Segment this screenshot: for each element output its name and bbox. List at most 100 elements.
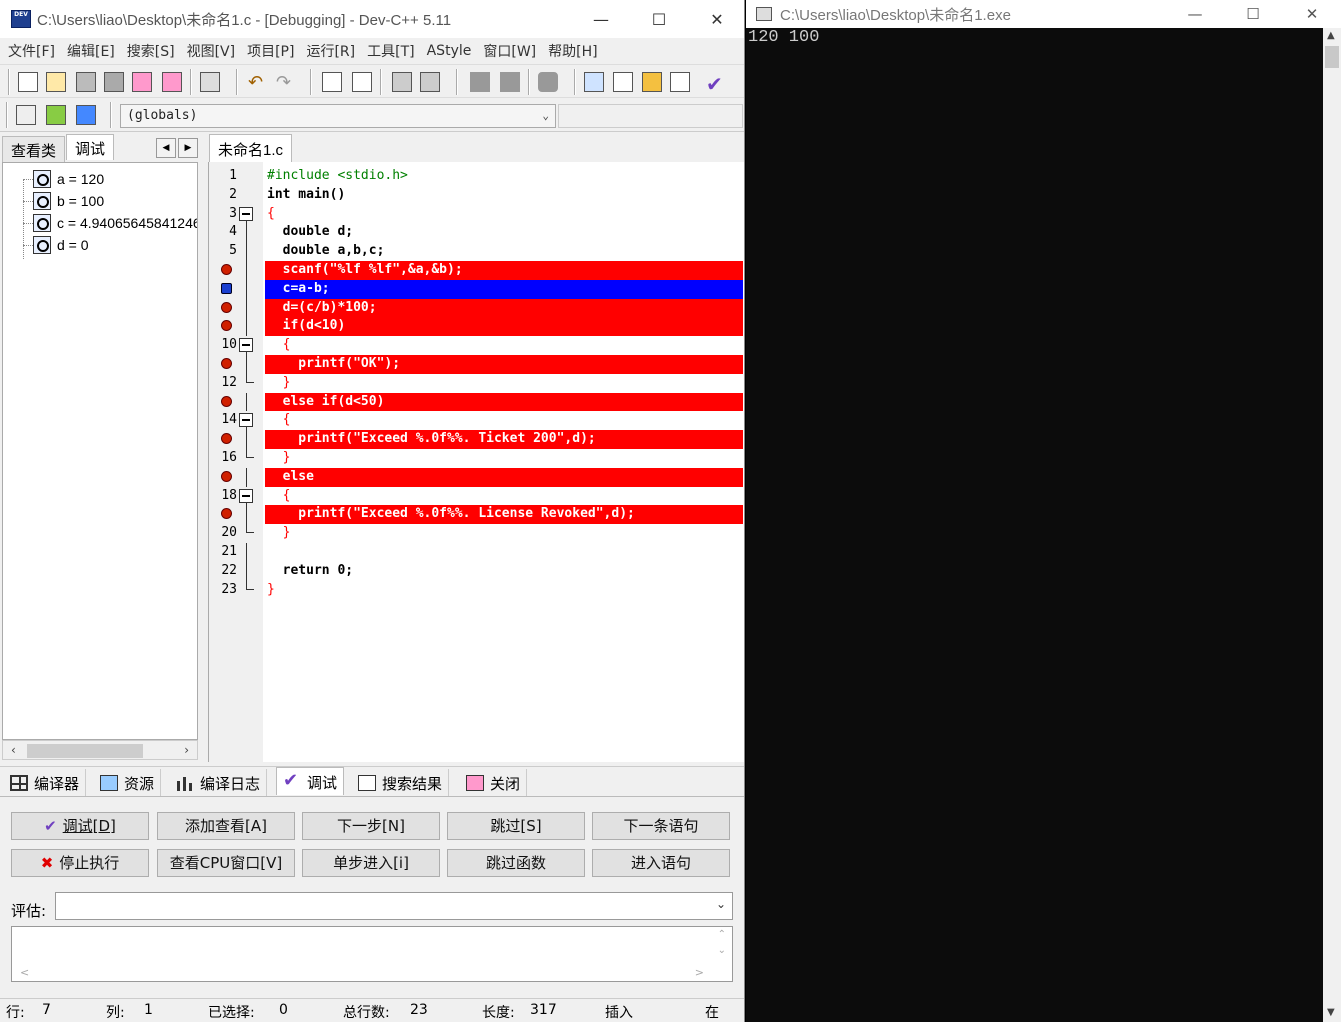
breakpoint-icon[interactable] [221,433,232,445]
tab-debug-watches[interactable]: 调试 [66,134,115,160]
console-vscrollbar[interactable]: ▲ ▼ [1323,28,1341,1022]
tab-compile-log[interactable]: 编译日志 [170,769,268,797]
minimize-icon[interactable]: — [1166,0,1224,28]
indent-icon[interactable] [392,72,412,92]
code-text[interactable]: } [265,374,743,393]
scroll-right-icon[interactable]: › [184,741,189,759]
breakpoint-icon[interactable] [221,264,232,275]
code-text[interactable]: } [265,524,743,543]
code-line[interactable]: 1 #include <stdio.h> [209,167,744,186]
scroll-up-icon[interactable]: ⌃ [718,929,726,940]
menu-item[interactable]: 工具[T] [363,41,422,61]
replace-icon[interactable] [352,72,372,92]
save-icon[interactable] [76,72,96,92]
code-text[interactable] [265,543,743,562]
breakpoint-icon[interactable] [221,320,232,332]
maximize-icon[interactable]: ☐ [630,0,688,38]
step-into-button[interactable]: 单步进入[i] [302,849,440,877]
function-select[interactable] [558,104,743,128]
scrollbar-thumb[interactable] [27,744,143,758]
code-line[interactable]: 20 } [209,524,744,543]
menu-item[interactable]: 搜索[S] [123,41,183,61]
fold-collapse-icon[interactable] [239,338,253,353]
code-text[interactable]: { [265,336,743,355]
scroll-down-icon[interactable]: ⌄ [718,945,726,956]
code-line[interactable]: 22 return 0; [209,561,744,581]
code-text[interactable]: printf("Exceed %.0f%%. Ticket 200",d); [265,430,743,449]
tab-class-browser[interactable]: 查看类 [2,136,66,162]
scrollbar-thumb[interactable] [1325,46,1339,68]
unindent-icon[interactable] [420,72,440,92]
new-file-icon[interactable] [18,72,38,92]
close-file-icon[interactable] [132,72,152,92]
fold-collapse-icon[interactable] [239,413,253,428]
compile-icon[interactable] [584,72,604,92]
code-line[interactable]: 3{ [209,205,744,224]
fold-collapse-icon[interactable] [239,206,253,221]
next-statement-button[interactable]: 下一条语句 [592,812,730,840]
into-statement-button[interactable]: 进入语句 [592,849,730,877]
code-line[interactable]: 14 { [209,411,744,431]
menu-item[interactable]: 视图[V] [183,41,244,61]
bookmark-prev-icon[interactable] [470,72,490,92]
watch-item[interactable]: a = 120 [33,168,104,190]
tab-search-results[interactable]: 搜索结果 [352,769,450,797]
code-text[interactable]: printf("OK"); [265,355,743,374]
code-line[interactable]: d=(c/b)*100; [209,298,744,318]
code-text[interactable]: d=(c/b)*100; [265,298,743,318]
tab-resources[interactable]: 资源 [94,769,162,797]
code-line[interactable]: 4 double d; [209,223,744,243]
find-icon[interactable] [322,72,342,92]
code-line[interactable]: printf("Exceed %.0f%%. License Revoked",… [209,505,744,525]
code-line[interactable]: c=a-b; [209,279,744,299]
editor-tab-file[interactable]: 未命名1.c [209,134,293,162]
close-icon[interactable]: ✕ [1283,0,1341,28]
code-line[interactable]: 16 } [209,449,744,468]
code-text[interactable]: int main() [265,186,743,205]
compile-run-icon[interactable] [642,72,662,92]
code-line[interactable]: else if(d<50) [209,392,744,412]
rebuild-icon[interactable] [670,72,690,92]
code-line[interactable]: scanf("%lf %lf",&a,&b); [209,261,744,280]
scroll-right-icon[interactable]: > [695,966,704,979]
watch-item[interactable]: d = 0 [33,234,89,256]
goto-icon[interactable] [538,72,558,92]
code-text[interactable]: } [265,449,743,468]
code-line[interactable]: 10 { [209,336,744,356]
close-icon[interactable]: ✕ [688,0,744,38]
scroll-left-icon[interactable]: ‹ [11,741,16,759]
project-new-icon[interactable] [16,105,36,125]
skip-function-button[interactable]: 跳过函数 [447,849,585,877]
menu-item[interactable]: 运行[R] [302,41,363,61]
watch-item[interactable]: b = 100 [33,190,104,212]
stop-execution-button[interactable]: ✖ 停止执行 [11,849,149,877]
breakpoint-icon[interactable] [221,470,232,482]
code-line[interactable]: 5 double a,b,c; [209,242,744,261]
menu-item[interactable]: 帮助[H] [544,41,605,61]
tab-close-panel[interactable]: 关闭 [460,769,528,797]
code-editor[interactable]: 1 #include <stdio.h> 2 int main() 3{4 double… [208,162,744,762]
execution-arrow-icon[interactable] [221,282,232,294]
breakpoint-icon[interactable] [221,508,232,520]
undo-icon[interactable]: ↶ [248,72,268,93]
code-text[interactable]: else if(d<50) [265,392,743,412]
maximize-icon[interactable]: ☐ [1224,0,1282,28]
menu-item[interactable]: 项目[P] [243,41,302,61]
code-text[interactable]: { [265,205,743,224]
evaluate-input[interactable]: ⌄ [55,892,733,920]
close-all-icon[interactable] [162,72,182,92]
debug-button[interactable]: ✔ 调试[D] [11,812,149,840]
console-titlebar[interactable]: C:\Users\liao\Desktop\未命名1.exe — ☐ ✕ [746,0,1341,28]
open-file-icon[interactable] [46,72,66,92]
skip-button[interactable]: 跳过[S] [447,812,585,840]
minimize-icon[interactable]: — [572,0,630,38]
next-step-button[interactable]: 下一步[N] [302,812,440,840]
chevron-down-icon[interactable]: ⌄ [716,897,726,911]
watch-item[interactable]: c = 4.940656458412465 [33,212,197,234]
code-line[interactable]: 21 [209,543,744,562]
tab-scroll-left-icon[interactable]: ◀ [156,138,176,158]
code-line[interactable]: if(d<10) [209,317,744,337]
code-text[interactable]: { [265,411,743,430]
code-line[interactable]: 2 int main() [209,186,744,205]
code-line[interactable]: 18 { [209,487,744,506]
